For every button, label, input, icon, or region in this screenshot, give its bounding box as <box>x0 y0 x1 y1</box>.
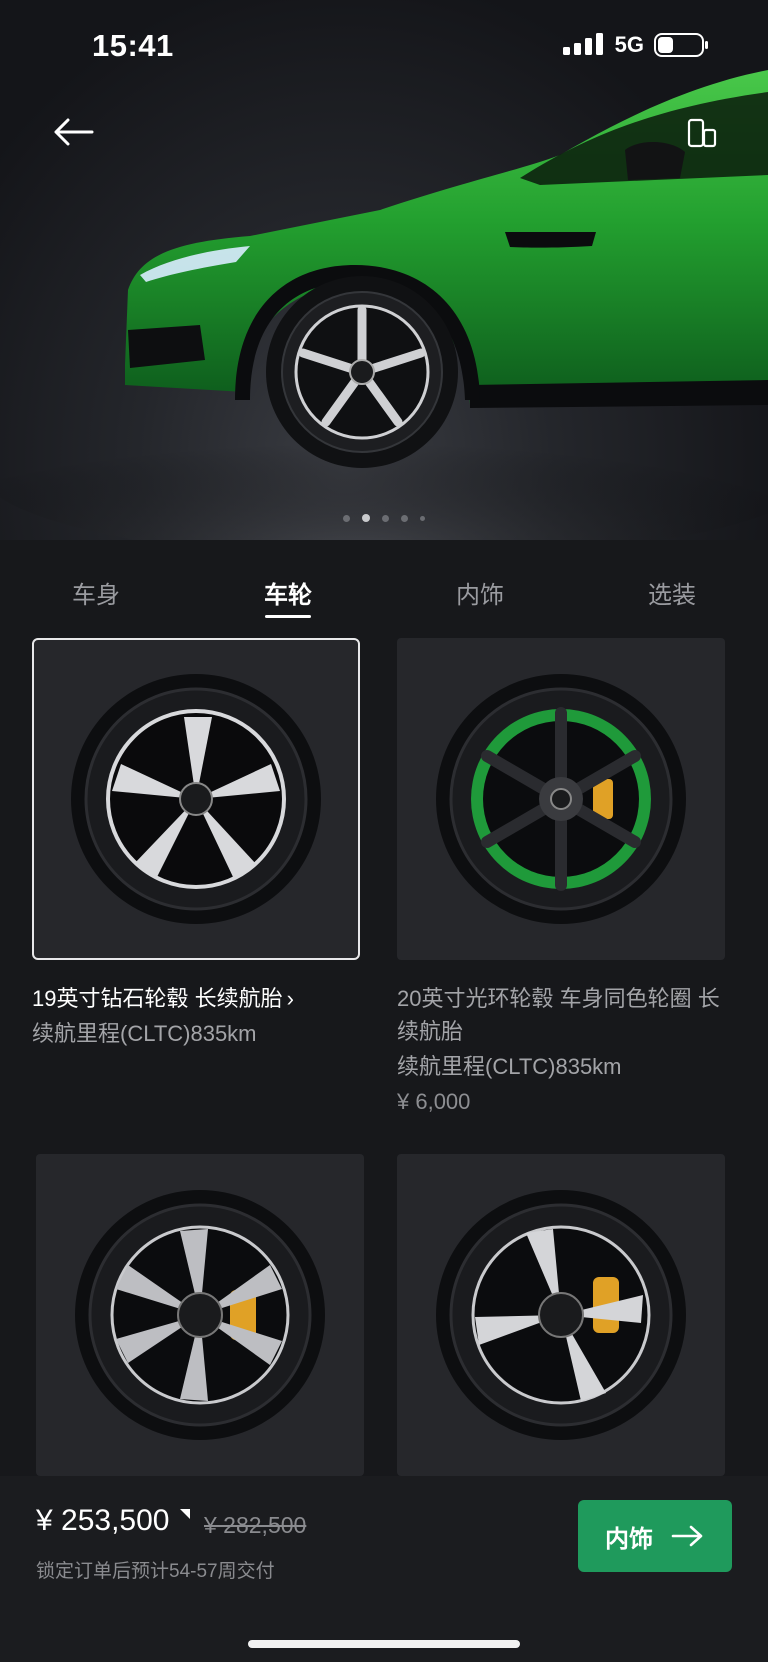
price-detail-marker[interactable] <box>180 1509 190 1519</box>
wheel-option-title: 20英寸光环轮毂 车身同色轮圈 长续航胎 <box>397 986 720 1044</box>
signal-icon <box>562 33 603 55</box>
next-button-label: 内饰 <box>605 1525 653 1553</box>
tab-1[interactable]: 车轮 <box>192 540 384 638</box>
wheel-option-range: 续航里程(CLTC)835km <box>32 1021 257 1046</box>
wheel-option-title: 19英寸钻石轮毂 长续航胎 › <box>32 986 294 1011</box>
phone-device-icon <box>687 118 717 148</box>
wheel-option-diamond[interactable]: 19英寸钻石轮毂 长续航胎 › 续航里程(CLTC)835km <box>32 638 360 1050</box>
status-time: 15:41 <box>92 28 174 63</box>
wheel-option-range: 续航里程(CLTC)835km <box>397 1054 622 1079</box>
total-price: ¥ 253,500 <box>36 1504 170 1537</box>
wheel-thumbnail <box>397 638 725 960</box>
tab-3[interactable]: 选装 <box>576 540 768 638</box>
hero-car-image: 15:41 5G <box>0 0 768 540</box>
chevron-right-icon: › <box>286 986 294 1011</box>
wheel-image <box>436 1190 686 1440</box>
battery-icon <box>654 33 708 57</box>
wheel-image <box>75 1190 325 1440</box>
carousel-dot <box>401 514 408 522</box>
carousel-dot <box>382 514 389 522</box>
wheel-thumbnail <box>32 638 360 960</box>
wheel-thumbnail <box>397 1154 725 1476</box>
carousel-dot <box>362 514 370 522</box>
halo-wheel-image <box>436 674 686 924</box>
original-price: ¥ 282,500 <box>204 1512 307 1538</box>
diamond-wheel-image <box>71 674 321 924</box>
status-bar: 15:41 5G <box>0 0 768 90</box>
config-tabs: 车身 车轮 内饰 选装 <box>0 540 768 638</box>
carousel-dot <box>343 514 350 522</box>
network-label: 5G <box>614 32 644 57</box>
home-indicator <box>248 1640 520 1648</box>
tab-0[interactable]: 车身 <box>0 540 192 638</box>
summary-bar: ¥ 253,500 ¥ 282,500 锁定订单后预计54-57周交付 内饰 <box>0 1476 768 1662</box>
phone-car-button[interactable] <box>680 112 724 156</box>
wheel-option-price: ¥ 6,000 <box>397 1089 471 1114</box>
wheel-option-halo[interactable]: 20英寸光环轮毂 车身同色轮圈 长续航胎 续航里程(CLTC)835km ¥ 6… <box>397 638 725 1118</box>
back-button[interactable] <box>46 110 100 154</box>
wheel-thumbnail <box>36 1154 364 1476</box>
wheel-option-4[interactable] <box>397 1154 725 1476</box>
arrow-right-icon <box>671 1525 703 1547</box>
carousel-dot <box>420 515 425 521</box>
tab-2[interactable]: 内饰 <box>384 540 576 638</box>
next-interior-button[interactable]: 内饰 <box>578 1500 732 1572</box>
carousel-indicator <box>0 514 768 522</box>
wheel-options-grid: 19英寸钻石轮毂 长续航胎 › 续航里程(CLTC)835km 20英寸光环轮毂… <box>0 638 768 1476</box>
wheel-option-3[interactable] <box>36 1154 364 1476</box>
delivery-estimate: 锁定订单后预计54-57周交付 <box>36 1561 275 1582</box>
arrow-left-icon <box>54 118 94 146</box>
